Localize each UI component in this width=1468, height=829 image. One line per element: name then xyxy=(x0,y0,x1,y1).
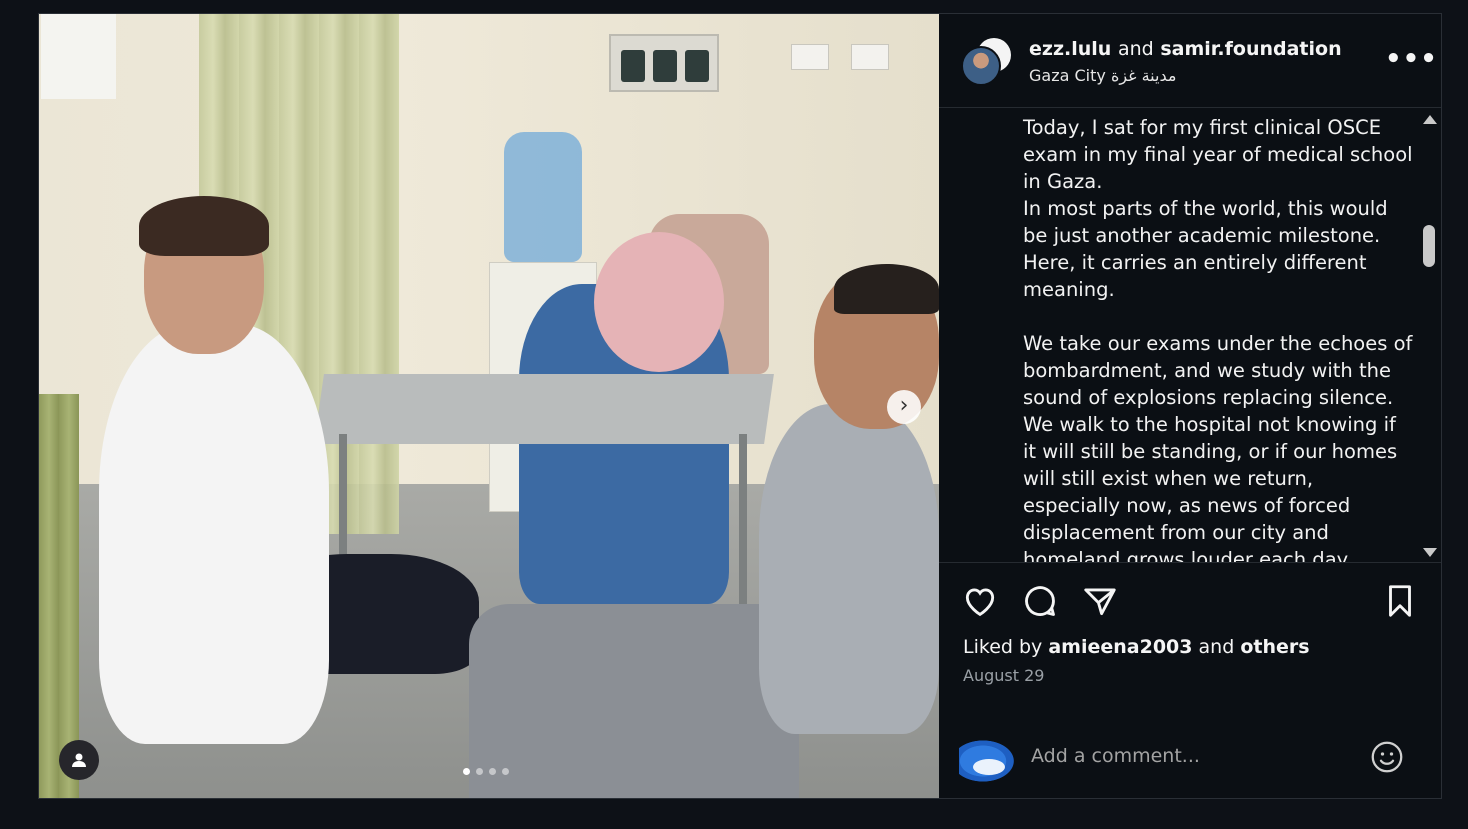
student-coat xyxy=(99,324,329,744)
heart-icon xyxy=(965,588,995,617)
curtain-left xyxy=(39,394,79,798)
wall-socket xyxy=(791,44,829,70)
comment-button[interactable] xyxy=(1021,582,1061,622)
carousel-dot[interactable] xyxy=(489,768,496,775)
liked-others[interactable]: others xyxy=(1240,636,1309,658)
liked-and: and xyxy=(1198,636,1235,658)
patient-hair xyxy=(834,264,939,314)
more-options-button[interactable]: ••• xyxy=(1385,44,1438,74)
post-caption: Today, I sat for my first clinical OSCE … xyxy=(1023,114,1413,563)
scroll-up-icon[interactable] xyxy=(1423,115,1437,124)
scroll-down-icon[interactable] xyxy=(1423,548,1437,557)
avatar xyxy=(959,737,1019,785)
emoji-button[interactable] xyxy=(1369,739,1405,775)
collab-avatars[interactable] xyxy=(961,38,1011,88)
bookmark-icon xyxy=(1389,585,1411,617)
post-location[interactable]: Gaza City مدينة غزة xyxy=(1029,66,1176,85)
table-leg xyxy=(739,434,747,614)
carousel-dots xyxy=(463,768,509,775)
water-bottle xyxy=(504,132,582,262)
post-date[interactable]: August 29 xyxy=(963,666,1044,685)
chevron-right-icon: › xyxy=(899,393,909,418)
paper-plane-icon xyxy=(1084,588,1116,616)
medical-gas-panel xyxy=(609,34,719,92)
post-photo[interactable]: › xyxy=(39,14,939,798)
post-authors: ezz.lulu and samir.foundation xyxy=(1029,38,1342,60)
carousel-dot[interactable] xyxy=(463,768,470,775)
authors-and: and xyxy=(1117,38,1154,60)
post-modal: › ezz.lulu and samir.foundation Gaza Cit… xyxy=(38,13,1442,799)
wall-paper xyxy=(41,14,116,99)
patient-shirt xyxy=(759,404,939,734)
tagged-users-button[interactable] xyxy=(59,740,99,780)
liked-prefix: Liked by xyxy=(963,636,1043,658)
comment-composer xyxy=(939,722,1441,788)
caption-paragraph: Today, I sat for my first clinical OSCE … xyxy=(1023,116,1413,193)
likes-summary: Liked by amieena2003 and others xyxy=(963,636,1310,658)
next-image-button[interactable]: › xyxy=(887,390,921,424)
post-header: ezz.lulu and samir.foundation Gaza City … xyxy=(939,14,1441,108)
like-button[interactable] xyxy=(961,582,1001,622)
user-icon xyxy=(72,753,86,767)
save-button[interactable] xyxy=(1381,582,1421,622)
liked-user[interactable]: amieena2003 xyxy=(1048,636,1192,658)
wall-socket xyxy=(851,44,889,70)
patient-pants xyxy=(469,604,799,798)
caption-scroll-area[interactable]: Today, I sat for my first clinical OSCE … xyxy=(939,109,1441,563)
caption-scrollbar[interactable] xyxy=(1417,109,1441,562)
caption-paragraph: We take our exams under the echoes of bo… xyxy=(1023,332,1413,563)
exam-table xyxy=(314,374,774,444)
comment-input[interactable] xyxy=(1031,741,1351,771)
caption-paragraph: In most parts of the world, this would b… xyxy=(1023,197,1388,301)
comment-bubble-icon xyxy=(1025,586,1055,616)
carousel-dot[interactable] xyxy=(502,768,509,775)
examiner-head xyxy=(594,232,724,372)
student-hair xyxy=(139,196,269,256)
post-sidebar: ezz.lulu and samir.foundation Gaza City … xyxy=(939,14,1441,798)
scrollbar-thumb[interactable] xyxy=(1423,225,1435,267)
carousel-dot[interactable] xyxy=(476,768,483,775)
owner-username[interactable]: ezz.lulu xyxy=(1029,38,1111,60)
smiley-icon xyxy=(1371,741,1403,773)
post-actions xyxy=(939,582,1441,626)
avatar[interactable] xyxy=(961,46,1001,86)
share-button[interactable] xyxy=(1081,582,1121,622)
collaborator-username[interactable]: samir.foundation xyxy=(1160,38,1341,60)
